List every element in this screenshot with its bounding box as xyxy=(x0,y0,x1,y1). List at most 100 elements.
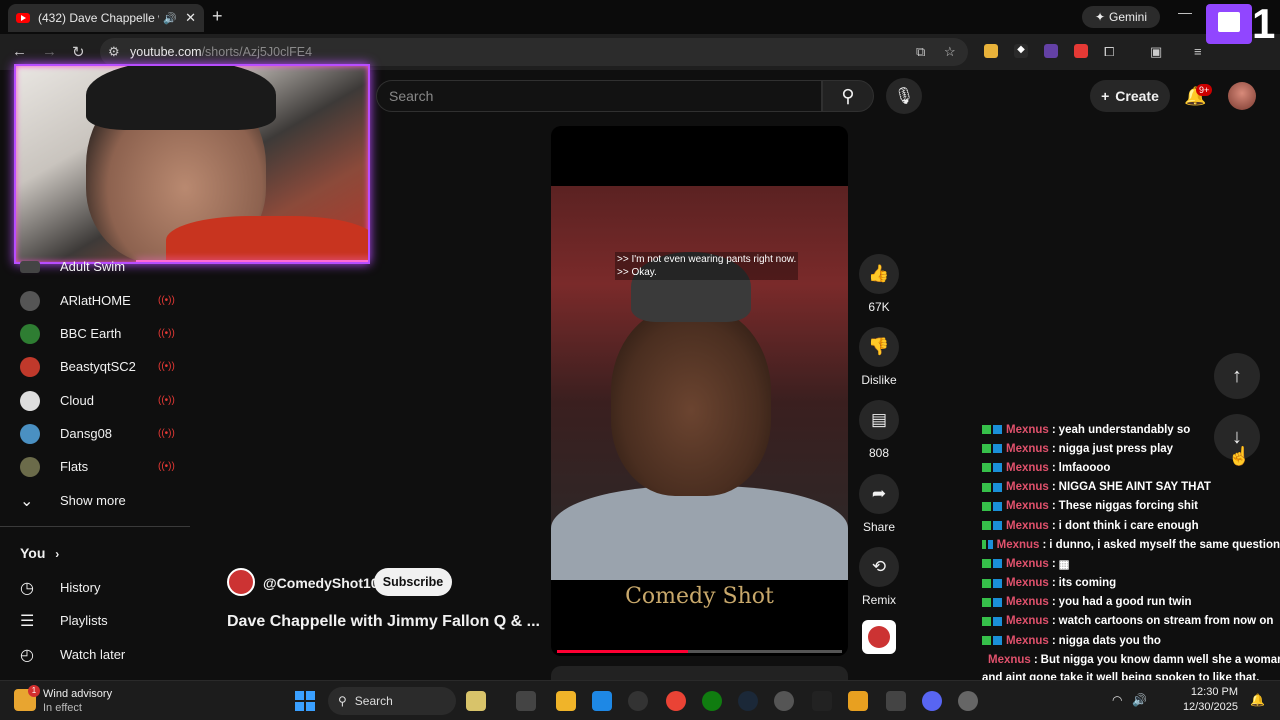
discord-icon[interactable] xyxy=(922,691,942,711)
search-button[interactable]: ⚲ xyxy=(822,80,874,112)
chat-message: Mexnus: These niggas forcing shit xyxy=(982,497,1280,516)
system-clock[interactable]: 12:30 PM 12/30/2025 xyxy=(1168,685,1238,715)
video-frame: >> I'm not even wearing pants right now.… xyxy=(551,186,848,580)
sidebar-item-flats[interactable]: Flats ((•)) xyxy=(0,450,190,483)
sidebar-item-beastyqtsc2[interactable]: BeastyqtSC2 ((•)) xyxy=(0,350,190,383)
sidebar-item-watch-later[interactable]: ◴ Watch later xyxy=(0,638,190,671)
you-section-header[interactable]: You › xyxy=(20,545,59,561)
live-indicator-icon: ((•)) xyxy=(158,328,175,339)
extension-icon[interactable]: ◆ xyxy=(1014,44,1028,58)
subscribe-button[interactable]: Subscribe xyxy=(374,568,452,596)
chat-message-text: its coming xyxy=(1058,577,1117,590)
speaker-icon[interactable]: 🔊 xyxy=(163,12,177,25)
7zip-icon[interactable] xyxy=(886,691,906,711)
xbox-icon[interactable] xyxy=(702,691,722,711)
chat-message-text: NIGGA SHE AINT SAY THAT xyxy=(1058,481,1211,494)
settings-gear-icon[interactable] xyxy=(958,691,978,711)
sidebar-item-adult-swim[interactable]: Adult Swim xyxy=(0,250,190,283)
windows-start-icon[interactable] xyxy=(295,691,315,711)
chat-message-text: i dunno, i asked myself the same questio… xyxy=(1049,538,1280,551)
url-field[interactable]: youtube.com/shorts/Azj5J0clFE4 xyxy=(100,38,968,66)
chat-username: Mexnus xyxy=(1006,557,1049,570)
sidebar-item-label: Adult Swim xyxy=(60,259,126,274)
rockstar-icon[interactable] xyxy=(848,691,868,711)
chat-separator: : xyxy=(1051,615,1056,628)
video-caption: >> I'm not even wearing pants right now.… xyxy=(615,252,799,280)
store-icon[interactable] xyxy=(592,691,612,711)
file-explorer-icon[interactable] xyxy=(556,691,576,711)
sidebar-item-label: Flats xyxy=(60,459,89,474)
live-indicator-icon: ((•)) xyxy=(158,361,175,372)
sidebar-item-bbc-earth[interactable]: BBC Earth ((•)) xyxy=(0,317,190,350)
widgets-icon[interactable] xyxy=(466,691,486,711)
task-view-icon[interactable] xyxy=(516,691,536,711)
show-more-button[interactable]: ⌄ Show more xyxy=(0,484,190,517)
browser-tab-active[interactable]: (432) Dave Chappelle with Ji 🔊 ✕ xyxy=(8,4,204,32)
site-info-icon[interactable]: ⚙ xyxy=(108,44,120,60)
chrome-icon[interactable] xyxy=(666,691,686,711)
video-progress-bar[interactable] xyxy=(557,650,842,653)
sidebar-item-arlathome[interactable]: ARlatHOME ((•)) xyxy=(0,284,190,317)
comment-icon: ▤ xyxy=(859,400,899,440)
install-app-icon[interactable]: ⧉ xyxy=(916,44,925,60)
shorts-video-player[interactable]: >> I'm not even wearing pants right now.… xyxy=(551,126,848,656)
like-button[interactable]: 👍 67K xyxy=(858,254,900,314)
tab-close-icon[interactable]: ✕ xyxy=(185,10,196,26)
sidebar-item-label: BBC Earth xyxy=(60,326,122,341)
extension-icon[interactable] xyxy=(984,44,998,58)
chat-separator: : xyxy=(1033,653,1038,666)
new-tab-button[interactable]: + xyxy=(212,6,223,27)
webcam-overlay xyxy=(14,64,370,264)
playlists-icon: ☰ xyxy=(20,612,35,630)
back-arrow-icon[interactable]: ← xyxy=(12,43,27,60)
voice-search-button[interactable]: 🎙 xyxy=(886,78,922,114)
reading-list-icon[interactable]: ≡ xyxy=(1194,44,1202,59)
video-subject-shirt xyxy=(551,486,848,580)
comments-button[interactable]: ▤ 808 xyxy=(858,400,900,460)
sidebar-item-history[interactable]: ◷ History xyxy=(0,571,190,604)
chat-message-text: lmfaoooo xyxy=(1058,461,1111,474)
video-brand-watermark: Comedy Shot xyxy=(625,584,774,609)
sidebar-panel-icon[interactable]: ▣ xyxy=(1150,44,1162,60)
search-icon: ⚲ xyxy=(841,85,855,106)
weather-title[interactable]: Wind advisory xyxy=(43,688,112,700)
sidebar-item-cloud[interactable]: Cloud ((•)) xyxy=(0,384,190,417)
weather-subtitle: In effect xyxy=(43,702,82,714)
gemini-button[interactable]: ✦ Gemini xyxy=(1082,6,1160,28)
minimize-button[interactable]: — xyxy=(1178,4,1192,20)
remix-label: Remix xyxy=(861,593,896,607)
video-title[interactable]: Dave Chappelle with Jimmy Fallon Q & ... xyxy=(227,613,540,631)
share-button[interactable]: ➦ Share xyxy=(858,474,900,534)
chat-username: Mexnus xyxy=(1006,500,1049,513)
chat-username: Mexnus xyxy=(1006,596,1049,609)
search-input[interactable]: Search xyxy=(376,80,822,112)
sound-thumbnail[interactable] xyxy=(862,620,896,654)
twitch-extension-icon[interactable] xyxy=(1044,44,1058,58)
channel-name[interactable]: @ComedyShot10 xyxy=(263,575,379,591)
channel-avatar[interactable] xyxy=(227,568,255,596)
steam-icon[interactable] xyxy=(738,691,758,711)
epic-games-icon[interactable] xyxy=(812,691,832,711)
chat-username: Mexnus xyxy=(988,653,1031,666)
app-icon[interactable] xyxy=(774,691,794,711)
remix-button[interactable]: ⟲ Remix xyxy=(858,547,900,607)
create-button[interactable]: + Create xyxy=(1090,80,1170,112)
streamer-beanie xyxy=(86,66,276,130)
extension-icon[interactable] xyxy=(1074,44,1088,58)
volume-icon[interactable]: 🔊 xyxy=(1132,693,1147,707)
taskbar-search[interactable]: ⚲ Search xyxy=(328,687,456,715)
dislike-button[interactable]: 👎 Dislike xyxy=(858,327,900,387)
forward-arrow-icon[interactable]: → xyxy=(42,43,57,60)
extensions-puzzle-icon[interactable]: ⧠ xyxy=(1104,44,1114,60)
bookmark-star-icon[interactable]: ☆ xyxy=(944,44,956,60)
previous-short-button[interactable]: ↑ xyxy=(1214,353,1260,399)
chat-separator: : xyxy=(1051,461,1056,474)
wifi-icon[interactable]: ◠ xyxy=(1112,693,1122,707)
live-indicator-icon: ((•)) xyxy=(158,395,175,406)
notification-bell-icon[interactable]: 🔔 xyxy=(1250,693,1265,707)
reload-icon[interactable]: ↻ xyxy=(72,43,85,61)
app-icon[interactable] xyxy=(628,691,648,711)
account-avatar[interactable] xyxy=(1228,82,1256,110)
sidebar-item-playlists[interactable]: ☰ Playlists xyxy=(0,604,190,637)
sidebar-item-dansg08[interactable]: Dansg08 ((•)) xyxy=(0,417,190,450)
